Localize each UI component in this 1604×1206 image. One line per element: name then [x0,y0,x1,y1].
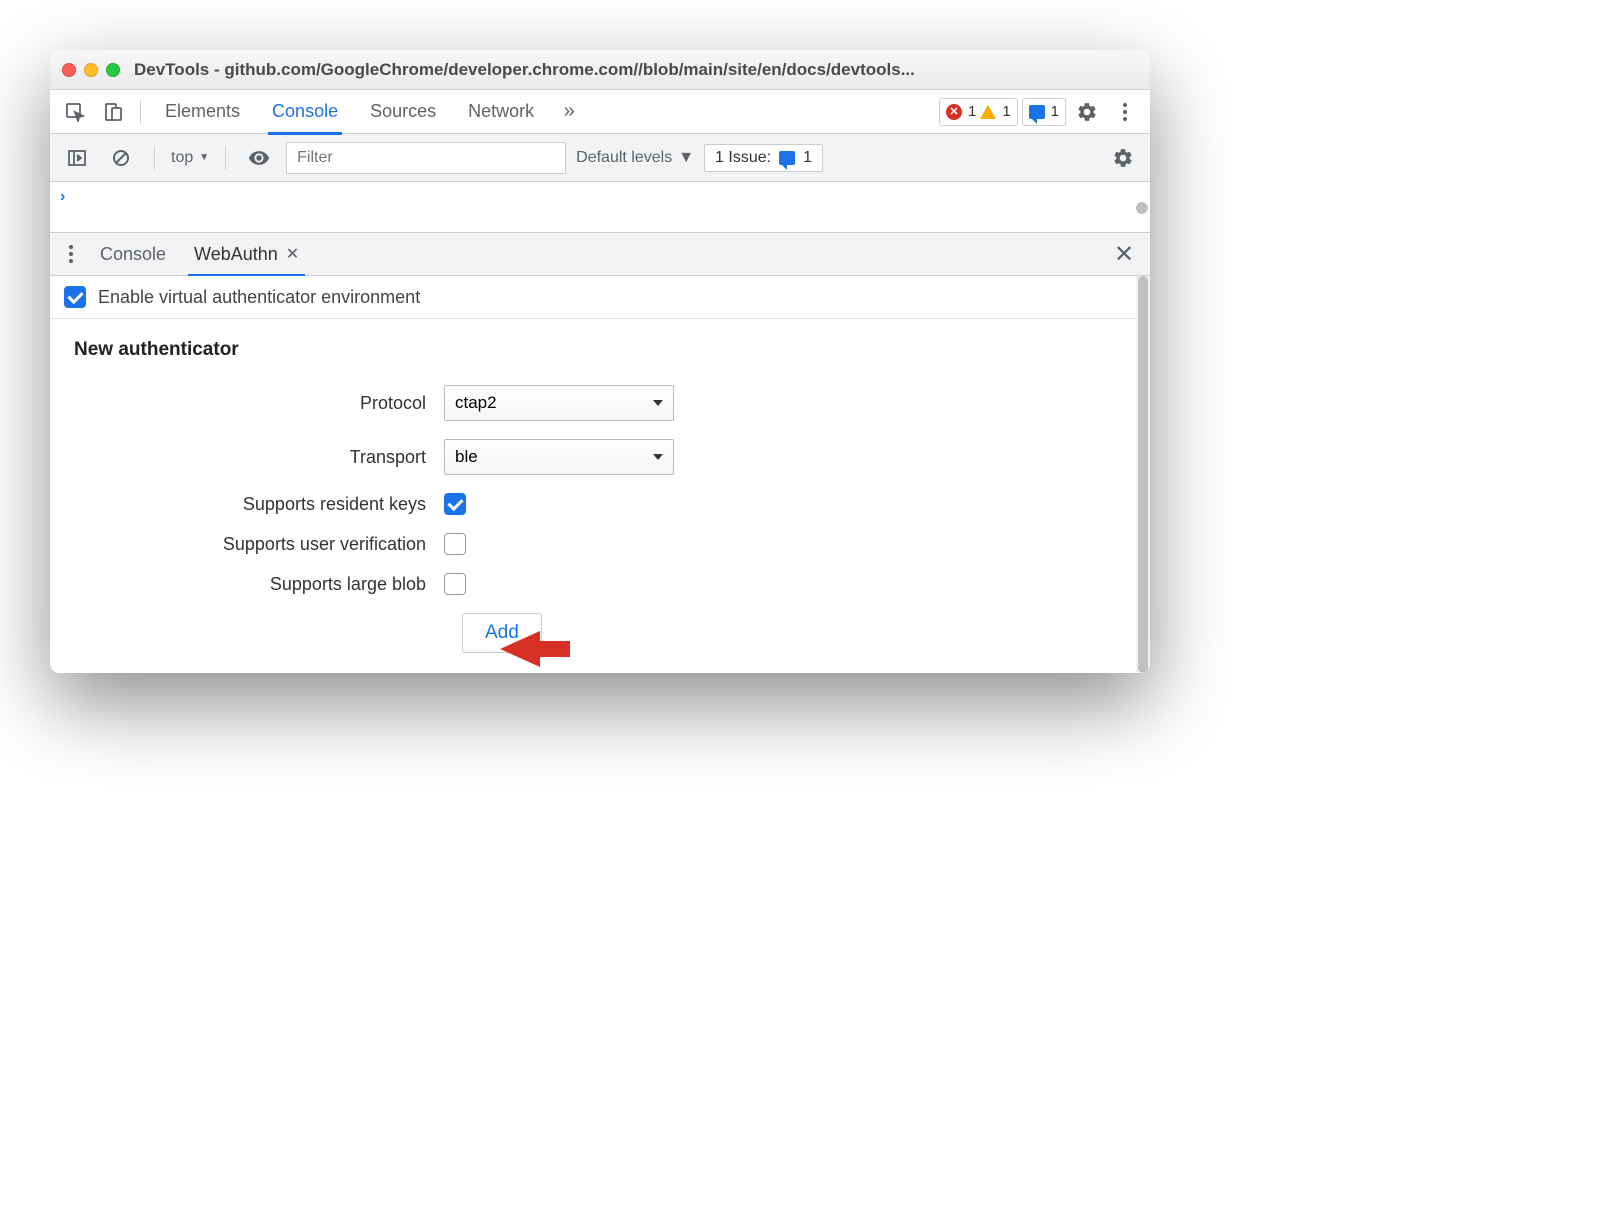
close-window-button[interactable] [62,63,76,77]
tab-elements-label: Elements [165,101,240,122]
resident-keys-checkbox[interactable] [444,493,466,515]
enable-virtual-auth-label: Enable virtual authenticator environment [98,287,420,308]
user-verification-label: Supports user verification [74,534,444,555]
chevron-down-icon: ▼ [678,149,694,167]
tab-console-label: Console [272,101,338,122]
window-title: DevTools - github.com/GoogleChrome/devel… [134,60,1138,80]
transport-select[interactable]: ble [444,439,674,475]
warning-count: 1 [1002,103,1010,120]
sidebar-toggle-icon[interactable] [60,141,94,175]
console-toolbar: top ▼ Default levels ▼ 1 Issue: 1 [50,134,1150,182]
chevron-down-icon [653,454,663,460]
scrollbar-thumb[interactable] [1136,202,1148,214]
issues-badge[interactable]: 1 [1022,98,1066,126]
drawer-tab-console-label: Console [100,244,166,265]
devtools-window: DevTools - github.com/GoogleChrome/devel… [50,50,1150,673]
protocol-value: ctap2 [455,393,497,413]
issue-icon [779,151,795,165]
context-label: top [171,149,193,167]
large-blob-checkbox[interactable] [444,573,466,595]
issue-label: 1 Issue: [715,149,771,167]
more-tabs-icon[interactable]: » [552,95,586,129]
webauthn-panel: New authenticator Protocol ctap2 Transpo… [50,319,1150,673]
tab-console[interactable]: Console [258,90,352,134]
protocol-label: Protocol [74,393,444,414]
enable-virtual-auth-row: Enable virtual authenticator environment [50,276,1150,319]
tab-elements[interactable]: Elements [151,90,254,134]
drawer-tab-webauthn[interactable]: WebAuthn ✕ [180,232,313,276]
enable-virtual-auth-checkbox[interactable] [64,286,86,308]
live-expression-icon[interactable] [242,141,276,175]
chevron-down-icon [653,400,663,406]
error-warning-badge[interactable]: ✕ 1 1 [939,98,1018,126]
filter-input[interactable] [286,142,566,174]
error-count: 1 [968,103,976,120]
console-output: › [50,182,1150,232]
large-blob-label: Supports large blob [74,574,444,595]
chevron-down-icon: ▼ [199,152,209,163]
add-authenticator-button[interactable]: Add [462,613,542,653]
vertical-scrollbar[interactable] [1136,276,1150,673]
console-settings-icon[interactable] [1106,141,1140,175]
drawer-menu-icon[interactable] [56,245,86,263]
issue-count2: 1 [803,149,812,167]
issues-counter[interactable]: 1 Issue: 1 [704,144,823,172]
divider [154,146,155,170]
issue-count: 1 [1051,103,1059,120]
scrollbar-thumb[interactable] [1138,276,1148,673]
close-tab-icon[interactable]: ✕ [286,244,299,264]
resident-keys-label: Supports resident keys [74,494,444,515]
drawer-tab-console[interactable]: Console [86,232,180,276]
context-selector[interactable]: top ▼ [171,149,209,167]
tab-sources-label: Sources [370,101,436,122]
settings-icon[interactable] [1070,95,1104,129]
tab-sources[interactable]: Sources [356,90,450,134]
main-toolbar: Elements Console Sources Network » ✕1 1 … [50,90,1150,134]
tab-network-label: Network [468,101,534,122]
user-verification-checkbox[interactable] [444,533,466,555]
issue-icon [1029,105,1045,119]
levels-label: Default levels [576,149,672,167]
traffic-lights [62,63,120,77]
transport-value: ble [455,447,478,467]
log-levels-selector[interactable]: Default levels ▼ [576,149,694,167]
error-icon: ✕ [946,104,962,120]
divider [225,146,226,170]
close-drawer-icon[interactable]: ✕ [1104,234,1144,274]
kebab-menu-icon[interactable] [1108,95,1142,129]
zoom-window-button[interactable] [106,63,120,77]
tab-network[interactable]: Network [454,90,548,134]
new-authenticator-title: New authenticator [74,339,1126,361]
drawer-tab-webauthn-label: WebAuthn [194,244,278,265]
clear-console-icon[interactable] [104,141,138,175]
drawer-tabs: Console WebAuthn ✕ ✕ [50,232,1150,276]
divider [140,100,141,124]
protocol-select[interactable]: ctap2 [444,385,674,421]
titlebar: DevTools - github.com/GoogleChrome/devel… [50,50,1150,90]
minimize-window-button[interactable] [84,63,98,77]
device-toggle-icon[interactable] [96,95,130,129]
console-prompt-icon: › [60,188,65,206]
inspect-icon[interactable] [58,95,92,129]
transport-label: Transport [74,447,444,468]
add-button-label: Add [485,622,519,643]
warning-icon [980,105,996,119]
